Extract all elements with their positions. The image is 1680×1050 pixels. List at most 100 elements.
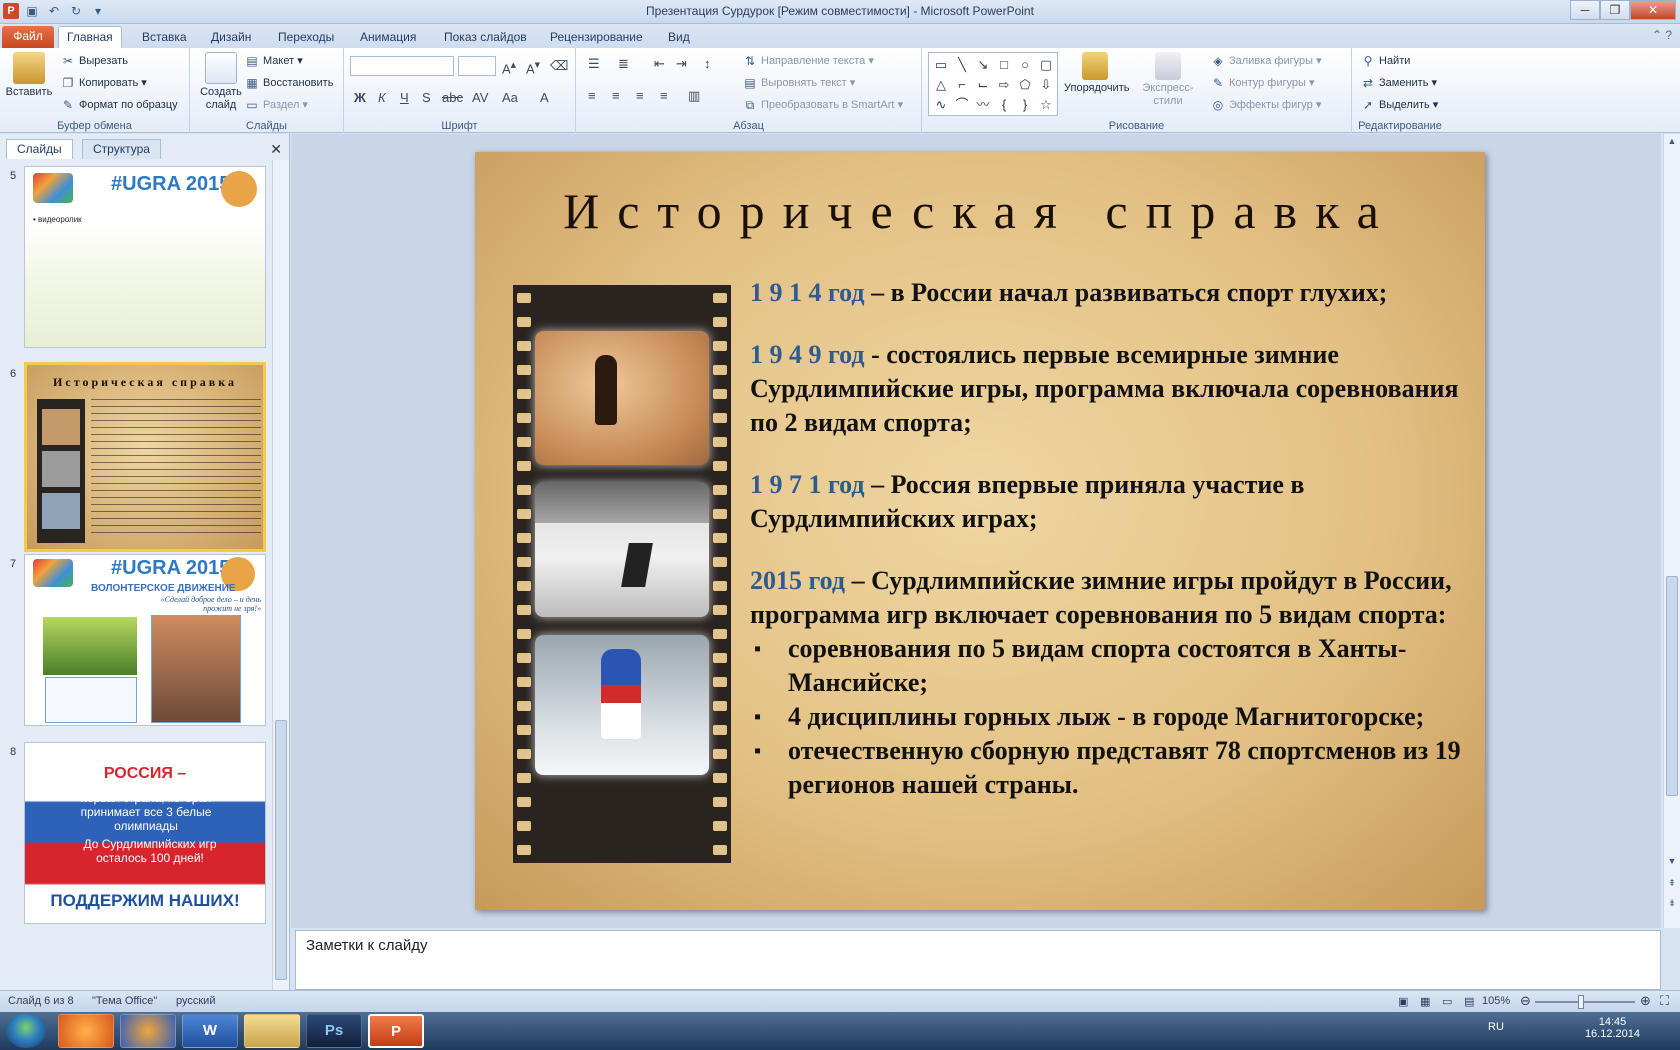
previous-slide-icon[interactable]: ⇞ xyxy=(1665,878,1679,892)
arrow-shape-icon[interactable]: ↘ xyxy=(973,55,993,74)
arrange-button[interactable]: Упорядочить xyxy=(1064,52,1129,95)
start-button[interactable] xyxy=(6,1014,46,1048)
right-arrow-shape-icon[interactable]: ⇨ xyxy=(994,75,1014,94)
new-slide-button[interactable]: Создать слайд xyxy=(194,52,248,112)
scroll-up-icon[interactable]: ▲ xyxy=(1665,136,1679,150)
format-painter-button[interactable]: ✎ Формат по образцу xyxy=(60,98,178,112)
align-text-button[interactable]: ▤ Выровнять текст ▾ xyxy=(742,76,855,90)
font-family-select[interactable] xyxy=(350,56,454,76)
align-center-icon[interactable]: ≡ xyxy=(612,88,620,103)
keyboard-language[interactable]: RU xyxy=(1488,1021,1504,1033)
notes-pane[interactable]: Заметки к слайду xyxy=(295,930,1661,990)
font-size-select[interactable] xyxy=(458,56,496,76)
language-indicator[interactable]: русский xyxy=(176,995,215,1007)
slideshow-icon[interactable]: ▤ xyxy=(1464,995,1474,1008)
shape-effects-button[interactable]: ◎ Эффекты фигур ▾ xyxy=(1210,98,1322,112)
find-button[interactable]: ⚲ Найти xyxy=(1360,54,1411,68)
taskbar-word[interactable]: W xyxy=(182,1014,238,1048)
zoom-level[interactable]: 105% xyxy=(1482,995,1510,1007)
pentagon-shape-icon[interactable]: ⬠ xyxy=(1015,75,1035,94)
slide-sorter-icon[interactable]: ▦ xyxy=(1420,995,1430,1008)
clear-format-icon[interactable]: ⌫ xyxy=(550,58,568,74)
align-right-icon[interactable]: ≡ xyxy=(636,88,644,103)
elbow-shape-icon[interactable]: ⌐ xyxy=(952,75,972,94)
clock[interactable]: 14:45 16.12.2014 xyxy=(1585,1016,1640,1040)
taskbar-photoshop[interactable]: Ps xyxy=(306,1014,362,1048)
freeform-shape-icon[interactable]: 〰 xyxy=(973,95,993,114)
slide-thumbnail-5[interactable]: #UGRA 2015 • видеоролик xyxy=(24,166,266,348)
numbering-icon[interactable]: ≣ xyxy=(618,56,629,72)
justify-icon[interactable]: ≡ xyxy=(660,88,668,103)
brace-right-shape-icon[interactable]: } xyxy=(1015,95,1035,114)
brace-left-shape-icon[interactable]: { xyxy=(994,95,1014,114)
tab-design[interactable]: Дизайн xyxy=(203,28,259,48)
scroll-thumb[interactable] xyxy=(1666,576,1678,796)
current-slide[interactable]: Историческая справка 1 9 1 4 год – в Рос… xyxy=(475,152,1485,910)
increase-indent-icon[interactable]: ⇥ xyxy=(676,56,687,72)
scroll-down-icon[interactable]: ▼ xyxy=(1665,856,1679,870)
taskbar-powerpoint[interactable]: P xyxy=(368,1014,424,1048)
select-button[interactable]: ➚ Выделить ▾ xyxy=(1360,98,1438,112)
zoom-slider[interactable] xyxy=(1535,1001,1635,1003)
tab-outline[interactable]: Структура xyxy=(82,139,161,159)
normal-view-icon[interactable]: ▣ xyxy=(1398,995,1408,1008)
slide-scrollbar[interactable]: ▲ ▼ ⇞ ⇟ xyxy=(1663,134,1680,928)
triangle-shape-icon[interactable]: △ xyxy=(931,75,951,94)
tab-view[interactable]: Вид xyxy=(660,28,698,48)
slide-thumbnail-6[interactable]: Историческая справка xyxy=(24,362,266,552)
slide-content[interactable]: 1 9 1 4 год – в России начал развиваться… xyxy=(750,276,1470,802)
paste-button[interactable]: Вставить xyxy=(4,52,54,99)
taskbar-firefox[interactable] xyxy=(120,1014,176,1048)
line-spacing-icon[interactable]: ↕ xyxy=(704,56,711,71)
scroll-thumb[interactable] xyxy=(275,720,287,980)
tab-slides[interactable]: Слайды xyxy=(6,139,73,159)
down-arrow-shape-icon[interactable]: ⇩ xyxy=(1036,75,1056,94)
bullets-icon[interactable]: ☰ xyxy=(588,56,600,72)
tab-slideshow[interactable]: Показ слайдов xyxy=(436,28,535,48)
maximize-button[interactable]: ❐ xyxy=(1600,0,1630,20)
font-color-icon[interactable]: A xyxy=(540,90,549,105)
zoom-in-icon[interactable]: ⊕ xyxy=(1640,993,1651,1009)
decrease-indent-icon[interactable]: ⇤ xyxy=(654,56,665,72)
fit-to-window-icon[interactable]: ⛶ xyxy=(1660,993,1669,1009)
theme-name[interactable]: "Тема Office" xyxy=(92,995,157,1007)
smartart-button[interactable]: ⧉ Преобразовать в SmartArt ▾ xyxy=(742,98,903,112)
zoom-slider-handle[interactable] xyxy=(1578,995,1584,1009)
close-pane-icon[interactable]: ✕ xyxy=(270,141,282,158)
underline-icon[interactable]: Ч xyxy=(400,90,409,105)
textbox-shape-icon[interactable]: ▭ xyxy=(931,55,951,74)
reset-button[interactable]: ▦ Восстановить xyxy=(244,76,333,90)
shape-fill-button[interactable]: ◈ Заливка фигуры ▾ xyxy=(1210,54,1321,68)
next-slide-icon[interactable]: ⇟ xyxy=(1665,898,1679,912)
slides-pane-scrollbar[interactable] xyxy=(272,160,289,994)
tab-review[interactable]: Рецензирование xyxy=(542,28,651,48)
close-button[interactable]: ✕ xyxy=(1630,0,1676,20)
filmstrip[interactable] xyxy=(513,285,731,863)
help-icon[interactable]: ⌃ ? xyxy=(1652,28,1672,42)
minimize-button[interactable]: ─ xyxy=(1570,0,1600,20)
italic-icon[interactable]: К xyxy=(378,90,386,105)
star-shape-icon[interactable]: ☆ xyxy=(1036,95,1056,114)
slide-title[interactable]: Историческая справка xyxy=(475,182,1485,240)
replace-button[interactable]: ⇄ Заменить ▾ xyxy=(1360,76,1437,90)
copy-button[interactable]: ❐ Копировать ▾ xyxy=(60,76,147,90)
connector-shape-icon[interactable]: ⌙ xyxy=(973,75,993,94)
strikethrough-icon[interactable]: abc xyxy=(442,90,463,105)
shadow-icon[interactable]: S xyxy=(422,90,431,105)
slide-thumbnail-7[interactable]: #UGRA 2015 ВОЛОНТЕРСКОЕ ДВИЖЕНИЕ «Сделай… xyxy=(24,554,266,726)
bold-icon[interactable]: Ж xyxy=(354,90,366,105)
cut-button[interactable]: ✂ Вырезать xyxy=(60,54,128,68)
slide-thumbnail-8[interactable]: РОССИЯ – первая страна, которая принимае… xyxy=(24,742,266,924)
change-case-icon[interactable]: Aa xyxy=(502,90,518,105)
taskbar-app-1[interactable] xyxy=(58,1014,114,1048)
oval-shape-icon[interactable]: ○ xyxy=(1015,55,1035,74)
tab-home[interactable]: Главная xyxy=(58,26,122,48)
tab-transitions[interactable]: Переходы xyxy=(270,28,342,48)
shrink-font-icon[interactable]: A▾ xyxy=(526,58,540,76)
arc-shape-icon[interactable]: ⌒ xyxy=(952,95,972,114)
grow-font-icon[interactable]: A▴ xyxy=(502,58,516,76)
text-direction-button[interactable]: ⇅ Направление текста ▾ xyxy=(742,54,874,68)
char-spacing-icon[interactable]: AV xyxy=(472,90,488,105)
rect-shape-icon[interactable]: □ xyxy=(994,55,1014,74)
shape-outline-button[interactable]: ✎ Контур фигуры ▾ xyxy=(1210,76,1315,90)
